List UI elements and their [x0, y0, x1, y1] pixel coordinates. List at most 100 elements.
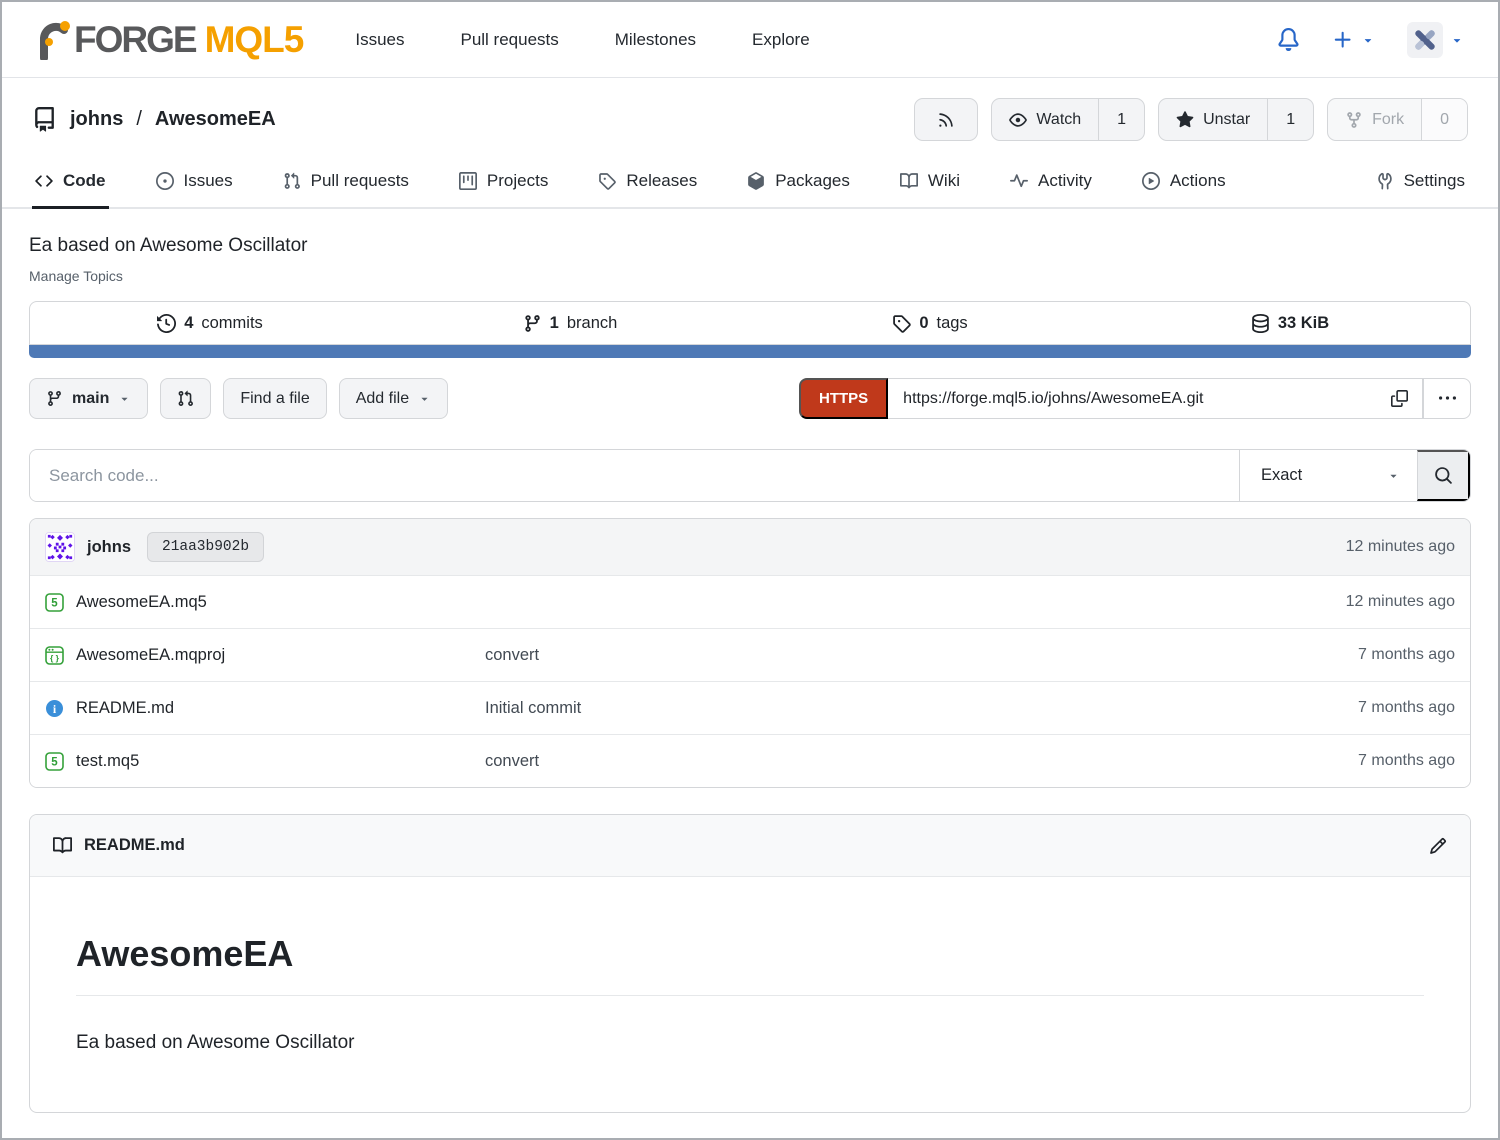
user-menu-dropdown[interactable]: [1407, 22, 1464, 58]
pulse-icon: [1010, 172, 1028, 190]
forge-mql5-logo[interactable]: FORGE MQL5: [36, 19, 303, 61]
rss-button[interactable]: [914, 98, 978, 141]
issue-opened-icon: [156, 172, 174, 190]
file-link[interactable]: i README.md: [45, 699, 485, 718]
mqproj-file-icon: { }: [45, 646, 64, 665]
forge-logo-mark-icon: [36, 20, 72, 60]
tab-actions-label: Actions: [1170, 171, 1226, 191]
search-submit-button[interactable]: [1417, 450, 1470, 501]
more-clone-options-button[interactable]: [1423, 378, 1471, 419]
mq5-file-icon: 5: [45, 593, 64, 612]
branches-label: branch: [567, 314, 617, 333]
edit-readme-button[interactable]: [1429, 837, 1447, 855]
nav-link-issues[interactable]: Issues: [355, 30, 404, 50]
file-commit-message[interactable]: convert: [485, 752, 1245, 771]
repository-page: FORGE MQL5 Issues Pull requests Mileston…: [0, 0, 1500, 1140]
commit-author-avatar[interactable]: [45, 532, 75, 562]
logo-mql5-text: MQL5: [205, 19, 304, 61]
tags-stat[interactable]: 0 tags: [750, 314, 1110, 333]
copy-icon: [1391, 390, 1408, 407]
nav-link-milestones[interactable]: Milestones: [615, 30, 696, 50]
tab-wiki-label: Wiki: [928, 171, 960, 191]
add-file-button[interactable]: Add file: [339, 378, 448, 419]
repo-name-link[interactable]: AwesomeEA: [155, 108, 276, 131]
svg-text:5: 5: [51, 597, 58, 609]
rss-icon: [937, 111, 955, 129]
tab-actions[interactable]: Actions: [1139, 157, 1229, 209]
file-link[interactable]: 5 test.mq5: [45, 752, 485, 771]
book-icon: [900, 172, 918, 190]
nav-link-explore[interactable]: Explore: [752, 30, 810, 50]
branches-stat[interactable]: 1 branch: [390, 314, 750, 333]
branch-selector-button[interactable]: main: [29, 378, 148, 419]
tab-projects[interactable]: Projects: [456, 157, 551, 209]
repo-tab-bar: Code Issues Pull requests Projects Relea…: [2, 157, 1498, 209]
notifications-button[interactable]: [1277, 28, 1300, 51]
play-circle-icon: [1142, 172, 1160, 190]
file-commit-time: 7 months ago: [1245, 646, 1455, 664]
repo-separator: /: [136, 108, 142, 131]
kebab-horizontal-icon: [1439, 390, 1456, 407]
commits-stat[interactable]: 4 commits: [30, 314, 390, 333]
file-commit-message[interactable]: Initial commit: [485, 699, 1245, 718]
fork-button[interactable]: Fork 0: [1327, 98, 1468, 141]
watch-label: Watch: [1036, 111, 1081, 129]
search-code-input[interactable]: [30, 450, 1239, 501]
search-mode-value: Exact: [1261, 466, 1302, 485]
tags-count: 0: [919, 314, 928, 333]
tab-issues[interactable]: Issues: [153, 157, 236, 209]
top-navbar: FORGE MQL5 Issues Pull requests Mileston…: [2, 2, 1498, 78]
nav-link-pull-requests[interactable]: Pull requests: [460, 30, 558, 50]
create-new-dropdown[interactable]: [1332, 29, 1375, 51]
tab-packages[interactable]: Packages: [744, 157, 853, 209]
git-compare-icon: [177, 390, 194, 407]
package-icon: [747, 172, 765, 190]
tab-activity-label: Activity: [1038, 171, 1092, 191]
find-file-button[interactable]: Find a file: [223, 378, 326, 419]
tags-label: tags: [937, 314, 968, 333]
unstar-button[interactable]: Unstar 1: [1158, 98, 1314, 141]
file-name-label: AwesomeEA.mq5: [76, 593, 207, 612]
table-row: 5 AwesomeEA.mq5 12 minutes ago: [30, 575, 1470, 628]
manage-topics-link[interactable]: Manage Topics: [29, 268, 1471, 284]
navbar-right: [1277, 22, 1464, 58]
repo-description: Ea based on Awesome Oscillator: [29, 235, 1471, 257]
tab-wiki[interactable]: Wiki: [897, 157, 963, 209]
tab-packages-label: Packages: [775, 171, 850, 191]
size-stat[interactable]: 33 KiB: [1110, 314, 1470, 333]
fork-label: Fork: [1372, 111, 1404, 129]
tab-settings[interactable]: Settings: [1373, 157, 1468, 209]
commit-author-name[interactable]: johns: [87, 538, 131, 557]
code-icon: [35, 172, 53, 190]
tab-settings-label: Settings: [1404, 171, 1465, 191]
file-link[interactable]: { } AwesomeEA.mqproj: [45, 646, 485, 665]
file-commit-time: 7 months ago: [1245, 699, 1455, 717]
repo-owner-link[interactable]: johns: [70, 108, 123, 131]
watch-count[interactable]: 1: [1098, 99, 1144, 140]
tab-code-label: Code: [63, 171, 106, 191]
branches-count: 1: [550, 314, 559, 333]
tab-releases[interactable]: Releases: [595, 157, 700, 209]
database-icon: [1251, 314, 1270, 333]
watch-button[interactable]: Watch 1: [991, 98, 1145, 141]
tab-pull-requests[interactable]: Pull requests: [280, 157, 412, 209]
https-protocol-button[interactable]: HTTPS: [799, 378, 888, 419]
search-icon: [1434, 466, 1453, 485]
tag-icon: [892, 314, 911, 333]
tab-code[interactable]: Code: [32, 157, 109, 209]
chevron-down-icon: [1450, 33, 1464, 47]
file-link[interactable]: 5 AwesomeEA.mq5: [45, 593, 485, 612]
tab-pull-requests-label: Pull requests: [311, 171, 409, 191]
file-commit-time: 7 months ago: [1245, 752, 1455, 770]
fork-count[interactable]: 0: [1421, 99, 1467, 140]
commit-hash[interactable]: 21aa3b902b: [147, 532, 264, 562]
clone-url-input[interactable]: [888, 378, 1377, 419]
copy-url-button[interactable]: [1377, 378, 1423, 419]
compare-branches-button[interactable]: [160, 378, 211, 419]
star-count[interactable]: 1: [1267, 99, 1313, 140]
file-commit-message[interactable]: convert: [485, 646, 1245, 665]
tab-activity[interactable]: Activity: [1007, 157, 1095, 209]
search-mode-dropdown[interactable]: Exact: [1239, 450, 1417, 501]
language-bar[interactable]: [29, 345, 1471, 358]
repo-content: Ea based on Awesome Oscillator Manage To…: [2, 235, 1498, 1113]
